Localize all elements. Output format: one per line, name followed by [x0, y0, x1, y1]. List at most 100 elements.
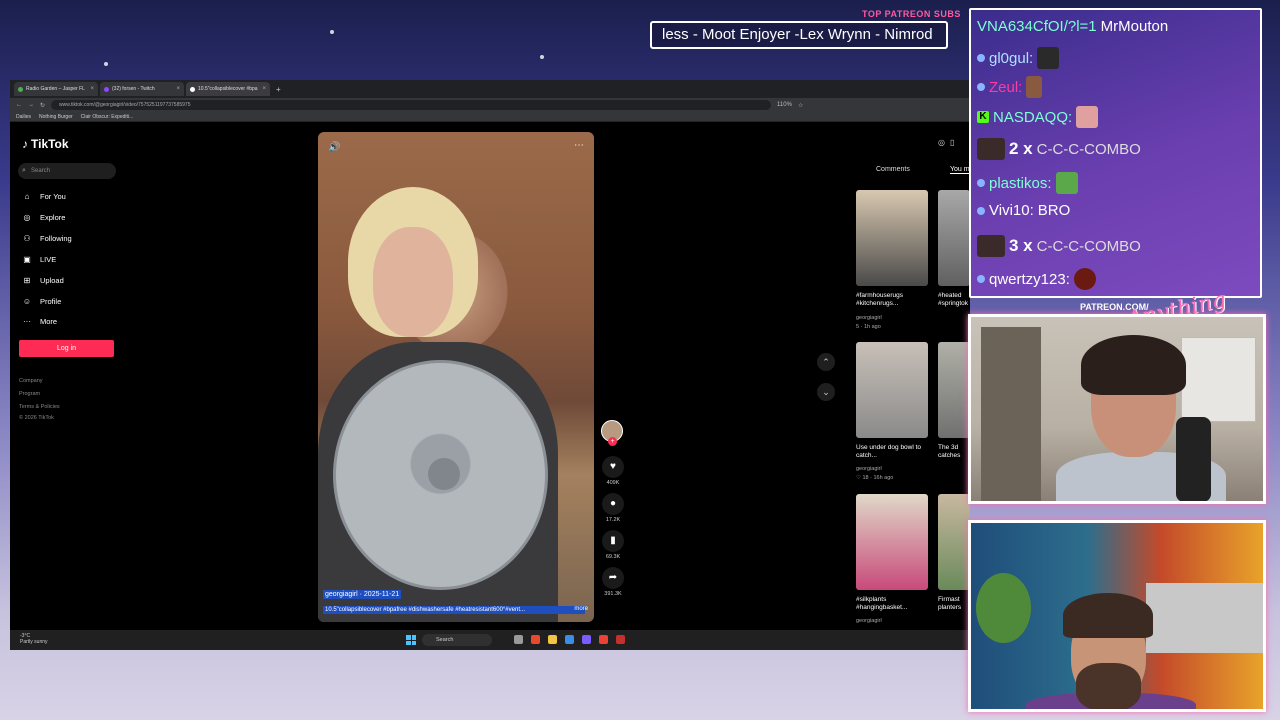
cam-person-hair	[1081, 335, 1186, 395]
footer-link[interactable]: Terms & Policies	[19, 404, 60, 410]
close-tab-icon[interactable]: ×	[262, 86, 266, 92]
nav-profile[interactable]: ☺ Profile	[22, 297, 61, 306]
discord-icon[interactable]	[582, 635, 591, 644]
live-icon: ▣	[23, 255, 31, 264]
emote-icon	[1073, 268, 1096, 290]
taskbar-app-icon[interactable]	[616, 635, 625, 644]
previous-video-button[interactable]: ⌃	[817, 353, 835, 371]
thumbnail-title[interactable]: The 3d catches	[938, 444, 970, 460]
nav-following[interactable]: ⚇ Following	[22, 234, 71, 243]
video-thumbnail[interactable]	[938, 342, 970, 438]
task-view-icon[interactable]	[514, 635, 523, 644]
chat-badge-icon	[977, 83, 985, 91]
tiktok-note-icon: ♪	[22, 137, 28, 151]
video-author-date[interactable]: georgiagirl · 2025-11-21	[323, 590, 402, 599]
thumbnail-title[interactable]: #farmhouserugs #kitchenrugs...	[856, 292, 930, 308]
thumbnail-title[interactable]: Use under dog bowl to catch...	[856, 444, 930, 460]
browser-tab-bar: Radio Garden – Jasper FL × (32) forsen - …	[10, 80, 970, 98]
compass-icon[interactable]: ◎	[938, 138, 945, 147]
video-person-face	[373, 227, 453, 337]
bookmark-item[interactable]: Clair Obscur: Expediti...	[81, 114, 134, 120]
reload-icon[interactable]: ↻	[40, 102, 45, 109]
comment-count: 17.2K	[605, 517, 621, 523]
like-button[interactable]: ♥ 409K	[600, 456, 626, 486]
volume-icon[interactable]: 🔊	[328, 142, 340, 153]
browser-tab-active[interactable]: 10.5"collapsiblecover #bpa ×	[186, 82, 270, 96]
patreon-subs-ticker: less - Moot Enjoyer -Lex Wrynn - Nimrod	[650, 21, 948, 49]
video-thumbnail[interactable]	[938, 190, 970, 286]
chat-username: Vivi10:	[989, 202, 1034, 219]
browser-tab[interactable]: Radio Garden – Jasper FL ×	[14, 82, 98, 96]
chrome-icon[interactable]	[599, 635, 608, 644]
panel-toggle-icon[interactable]: ▯	[950, 138, 954, 147]
video-collapsible-cover	[333, 360, 548, 590]
forward-icon[interactable]: →	[28, 102, 34, 108]
thumbnail-author[interactable]: georgiagirl	[856, 466, 882, 472]
thumbnail-meta: ♡ 18 · 16h ago	[856, 475, 894, 481]
video-thumbnail[interactable]	[856, 494, 928, 590]
kick-badge-icon: K	[977, 111, 989, 123]
bookmark-item[interactable]: Nothing Burger	[39, 114, 73, 120]
nav-for-you[interactable]: ⌂ For You	[22, 192, 66, 201]
like-count: 409K	[606, 480, 620, 486]
tiktok-logo[interactable]: ♪ TikTok	[22, 137, 69, 151]
bookmark-star-icon[interactable]: ☆	[798, 102, 803, 109]
footer-link[interactable]: Company	[19, 378, 43, 384]
zoom-level[interactable]: 110%	[777, 102, 792, 108]
tab-comments[interactable]: Comments	[876, 166, 910, 173]
combo-count: 3 x	[1009, 236, 1033, 255]
thumbnail-author[interactable]: georgiagirl	[856, 618, 882, 624]
video-thumbnail[interactable]	[856, 190, 928, 286]
windows-start-icon[interactable]	[406, 635, 416, 645]
next-video-button[interactable]: ⌄	[817, 383, 835, 401]
video-thumbnail[interactable]	[856, 342, 928, 438]
copyright: © 2026 TikTok	[19, 415, 54, 421]
url-field[interactable]: www.tiktok.com/@georgiagirl/video/757525…	[51, 100, 772, 110]
browser-tab[interactable]: (32) forsen - Twitch ×	[100, 82, 184, 96]
background-star	[540, 55, 544, 59]
chat-message: K NASDAQQ:	[977, 106, 1099, 128]
video-thumbnail[interactable]	[938, 494, 970, 590]
webcam-top	[968, 314, 1266, 504]
comment-button[interactable]: ● 17.2K	[600, 493, 626, 523]
login-button[interactable]: Log in	[19, 340, 114, 357]
nav-upload[interactable]: ⊞ Upload	[22, 276, 64, 285]
taskbar-app-icon[interactable]	[531, 635, 540, 644]
follow-plus-icon[interactable]: +	[608, 437, 617, 446]
emote-icon	[977, 235, 1005, 257]
search-input[interactable]: ⌕ Search	[18, 163, 116, 179]
nav-live[interactable]: ▣ LIVE	[22, 255, 56, 264]
back-icon[interactable]: ←	[16, 102, 22, 108]
close-tab-icon[interactable]: ×	[90, 86, 94, 92]
footer-link[interactable]: Program	[19, 391, 40, 397]
thumbnail-title[interactable]: #heated #springtok	[938, 292, 970, 308]
taskbar-search[interactable]: Search	[422, 634, 492, 646]
nav-explore[interactable]: ◎ Explore	[22, 213, 66, 222]
top-patreon-subs-label: TOP PATREON SUBS	[862, 9, 961, 19]
emote-icon	[977, 138, 1005, 160]
chat-username: VNA634CfOI/?l=1	[977, 18, 1097, 35]
new-tab-button[interactable]: +	[276, 85, 281, 94]
more-dots-icon: ···	[23, 317, 31, 326]
caption-more-link[interactable]: more	[574, 606, 588, 612]
thumbnail-author[interactable]: georgiagirl	[856, 315, 882, 321]
nav-more[interactable]: ··· More	[22, 317, 57, 326]
chat-message: plastikos:	[977, 172, 1078, 194]
tab-you-may-like[interactable]: You m	[950, 166, 970, 174]
save-button[interactable]: ▮ 69.3K	[600, 530, 626, 560]
thumbnail-title[interactable]: #silkplants #hangingbasket...	[856, 596, 930, 612]
cam-person-hair	[1063, 593, 1153, 638]
taskbar-app-icon[interactable]	[565, 635, 574, 644]
windows-taskbar: -3°C Partly sunny Search	[10, 630, 970, 650]
thumbnail-title[interactable]: Firmast planters	[938, 596, 970, 612]
video-player[interactable]: 🔊 ⋯ georgiagirl · 2025-11-21 10.5"collap…	[318, 132, 594, 622]
emote-icon	[1076, 106, 1099, 128]
close-tab-icon[interactable]: ×	[176, 86, 180, 92]
share-button[interactable]: ➦ 391.3K	[600, 567, 626, 597]
tab-favicon-icon	[104, 86, 109, 92]
more-options-icon[interactable]: ⋯	[574, 140, 584, 151]
comment-icon: ●	[602, 493, 624, 515]
bookmark-item[interactable]: Dailies	[16, 114, 31, 120]
file-explorer-icon[interactable]	[548, 635, 557, 644]
weather-widget[interactable]: -3°C Partly sunny	[20, 633, 48, 645]
